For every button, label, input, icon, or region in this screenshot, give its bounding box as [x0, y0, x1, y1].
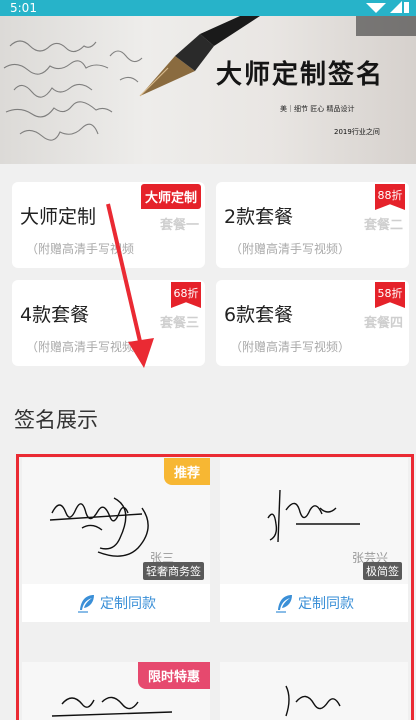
signature-preview	[220, 662, 408, 720]
package-card-master[interactable]: 大师定制 （附赠高清手写视频 套餐一 大师定制	[12, 182, 205, 268]
recommend-ribbon: 推荐	[163, 458, 210, 485]
package-description: （附赠高清手写视频	[26, 340, 135, 354]
feather-icon	[276, 595, 292, 613]
signature-card-minimal[interactable]: 张芸兴 极简签 定制同款	[220, 458, 408, 622]
package-number: 套餐三	[159, 316, 199, 331]
feather-icon	[78, 595, 94, 613]
status-time: 5:01	[10, 1, 37, 15]
section-title: 签名展示	[14, 408, 98, 432]
package-name: 大师定制	[20, 206, 97, 228]
package-description: （附赠高清手写视频）	[230, 340, 351, 354]
signature-style-tag: 轻奢商务签	[143, 562, 204, 580]
package-name: 2款套餐	[224, 206, 294, 228]
package-card-4[interactable]: 4款套餐 （附赠高清手写视频 套餐三 68折	[12, 280, 205, 366]
signature-image	[285, 685, 341, 717]
package-number: 套餐一	[159, 218, 199, 233]
limited-offer-ribbon: 限时特惠	[137, 662, 210, 689]
banner-title: 大师定制签名	[216, 60, 385, 90]
package-card-2[interactable]: 2款套餐 （附赠高清手写视频） 套餐二 88折	[216, 182, 409, 268]
package-number: 套餐四	[363, 316, 403, 331]
discount-badge: 68折	[171, 282, 201, 308]
signature-preview: 张芸兴 极简签	[220, 458, 408, 584]
customize-same-button[interactable]: 定制同款	[22, 584, 210, 622]
status-bar: 5:01	[0, 0, 416, 16]
package-badge: 大师定制	[140, 184, 201, 209]
hero-banner[interactable]: 大师定制签名 美｜细节 匠心 精品设计 2019行业之间	[0, 16, 416, 164]
customize-same-button[interactable]: 定制同款	[220, 584, 408, 622]
customize-same-label: 定制同款	[100, 596, 156, 612]
package-number: 套餐二	[363, 218, 403, 233]
discount-badge: 58折	[375, 282, 405, 308]
signal-battery-icon	[366, 1, 409, 13]
banner-year-text: 2019行业之间	[334, 128, 380, 136]
package-card-6[interactable]: 6款套餐 （附赠高清手写视频） 套餐四 58折	[216, 280, 409, 366]
customize-same-label: 定制同款	[298, 596, 354, 612]
package-name: 4款套餐	[20, 304, 90, 326]
banner-subtitle: 美｜细节 匠心 精品设计	[280, 105, 355, 113]
signature-card-4[interactable]	[220, 662, 408, 720]
package-description: （附赠高清手写视频	[26, 242, 135, 256]
signature-card-limited[interactable]: 限时特惠	[22, 662, 210, 720]
package-name: 6款套餐	[224, 304, 294, 326]
signature-card-business[interactable]: 张三 轻奢商务签 推荐 定制同款	[22, 458, 210, 622]
discount-badge: 88折	[375, 184, 405, 210]
package-description: （附赠高清手写视频）	[230, 242, 351, 256]
signature-style-tag: 极简签	[363, 562, 402, 580]
